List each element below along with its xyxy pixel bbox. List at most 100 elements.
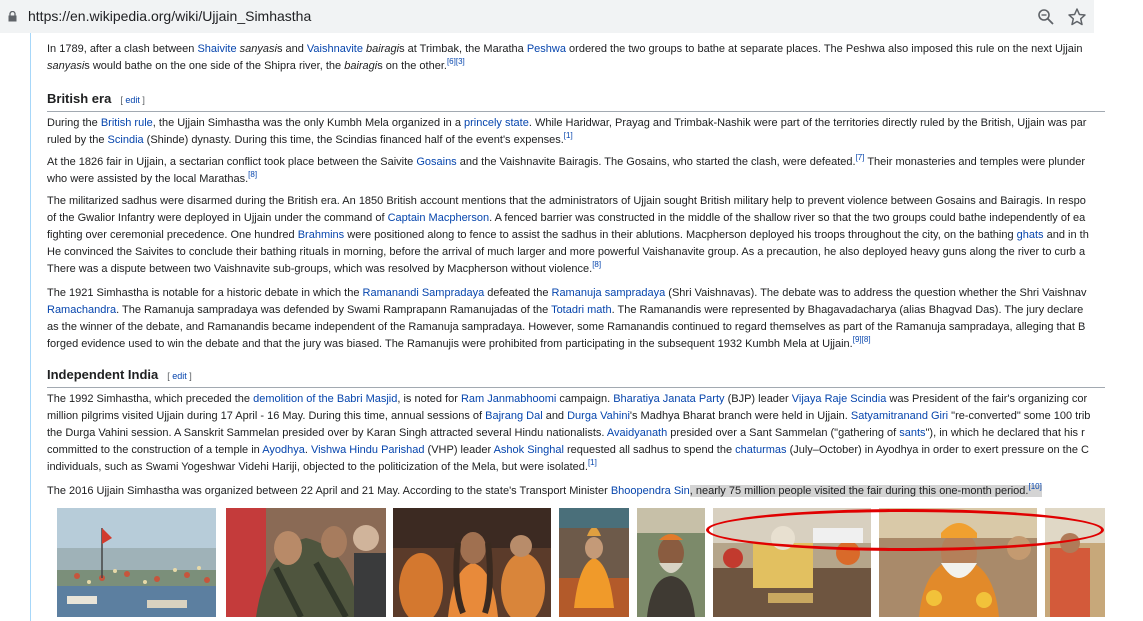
link-peshwa[interactable]: Peshwa [527, 43, 566, 55]
gallery-image-sadhu-hair[interactable] [393, 508, 551, 617]
gallery-image-sadhu-face[interactable] [637, 508, 705, 617]
link-vhp[interactable]: Vishwa Hindu Parishad [311, 444, 425, 456]
link-british-rule[interactable]: British rule [101, 117, 153, 129]
edit-section: [ edit ] [120, 95, 145, 105]
text: He convinced the Saivites to conclude th… [47, 246, 1086, 258]
paragraph-1992-simhastha: The 1992 Simhastha, which preceded the d… [47, 391, 1090, 476]
lock-icon[interactable] [8, 11, 17, 22]
gallery-image-river-crowd[interactable] [57, 508, 216, 617]
edit-link-british-era[interactable]: edit [125, 95, 140, 105]
gallery-image-sadhus-camouflage[interactable] [226, 508, 386, 617]
text: s and [276, 43, 307, 55]
link-ghats[interactable]: ghats [1017, 229, 1044, 241]
text: defeated the [484, 287, 552, 299]
heading-text: Independent India [47, 367, 159, 382]
citation-10[interactable]: [10] [1028, 482, 1041, 491]
link-ramanuja-sampradaya[interactable]: Ramanuja sampradaya [552, 287, 666, 299]
link-ramachandra[interactable]: Ramachandra [47, 304, 116, 316]
text: , is noted for [397, 393, 461, 405]
link-bjp[interactable]: Bharatiya Janata Party [613, 393, 724, 405]
text: (BJP) leader [724, 393, 792, 405]
link-ramanandi-sampradaya[interactable]: Ramanandi Sampradaya [363, 287, 485, 299]
paragraph-1789: In 1789, after a clash between Shaivite … [47, 41, 1082, 75]
text-italic: bairagi [366, 43, 400, 55]
link-ram-janmabhoomi[interactable]: Ram Janmabhoomi [461, 393, 556, 405]
text: . A fenced barrier was constructed in th… [489, 212, 1086, 224]
bracket: ] [139, 95, 145, 105]
text: There was a dispute between two Vaishnav… [47, 263, 593, 275]
text: The 1992 Simhastha, which preceded the [47, 393, 254, 405]
bracket: ] [186, 371, 192, 381]
browser-address-bar[interactable]: https://en.wikipedia.org/wiki/Ujjain_Sim… [0, 0, 1143, 33]
link-brahmins[interactable]: Brahmins [298, 229, 344, 241]
seated-sadhu-picture [559, 508, 629, 617]
text: the Durga Vahini session. A Sanskrit Sam… [47, 427, 607, 439]
text: (Shinde) dynasty. During this time, the … [143, 134, 564, 146]
heading-independent-india: Independent India [ edit ] [47, 366, 1105, 388]
citation-8[interactable]: [8] [862, 335, 871, 344]
procession-picture [713, 508, 871, 617]
link-vijaya-raje-scindia[interactable]: Vijaya Raje Scindia [792, 393, 887, 405]
url-text[interactable]: https://en.wikipedia.org/wiki/Ujjain_Sim… [28, 8, 311, 24]
link-bajrang-dal[interactable]: Bajrang Dal [485, 410, 542, 422]
sadhu-picture [393, 508, 551, 617]
link-durga-vahini[interactable]: Durga Vahini [567, 410, 630, 422]
edit-link-independent-india[interactable]: edit [172, 371, 187, 381]
zoom-icon[interactable] [1037, 8, 1055, 26]
paragraph-militarized-sadhus: The militarized sadhus were disarmed dur… [47, 193, 1089, 278]
link-captain-macpherson[interactable]: Captain Macpherson [388, 212, 490, 224]
sadhu-face-picture [637, 508, 705, 617]
link-sants[interactable]: sants [899, 427, 925, 439]
text: million pilgrims visited Ujjain during 1… [47, 410, 486, 422]
gallery-image-partial[interactable] [1045, 508, 1105, 617]
link-ayodhya[interactable]: Ayodhya [262, 444, 305, 456]
text: "), in which he declared that his r [925, 427, 1085, 439]
text: presided over a Sant Sammelan ("gatherin… [667, 427, 900, 439]
link-shaivite[interactable]: Shaivite [197, 43, 236, 55]
link-satyamitranand-giri[interactable]: Satyamitranand Giri [851, 410, 948, 422]
garland-sadhu-picture [879, 508, 1037, 617]
link-gosains[interactable]: Gosains [416, 156, 456, 168]
text: as the winner of the debate, and Ramanan… [47, 321, 1086, 333]
citation-1[interactable]: [1] [588, 458, 597, 467]
text: ordered the two groups to bathe at separ… [565, 43, 1083, 55]
citation-8[interactable]: [8] [248, 170, 257, 179]
text: , nearly 75 million people visited the f… [689, 485, 1029, 497]
link-vaishnavite[interactable]: Vaishnavite [307, 43, 363, 55]
text: who were assisted by the local Marathas. [47, 173, 249, 185]
text: The militarized sadhus were disarmed dur… [47, 195, 1086, 207]
link-ashok-singhal[interactable]: Ashok Singhal [494, 444, 564, 456]
link-scindia[interactable]: Scindia [108, 134, 144, 146]
text: forged evidence used to win the debate a… [47, 338, 853, 350]
text: (July–October) in Ayodhya in order to ex… [786, 444, 1089, 456]
gallery-image-seated-sadhu[interactable] [559, 508, 629, 617]
citation-1[interactable]: [1] [564, 131, 573, 140]
text: and in th [1043, 229, 1089, 241]
gallery-image-sadhu-garlands[interactable] [879, 508, 1037, 617]
citation-9[interactable]: [9] [853, 335, 862, 344]
text-italic: sanyasi [239, 43, 277, 55]
link-babri-masjid[interactable]: demolition of the Babri Masjid [253, 393, 397, 405]
gallery-image-procession[interactable] [713, 508, 871, 617]
image-gallery [47, 508, 1105, 621]
paragraph-1826-fair: At the 1826 fair in Ujjain, a sectarian … [47, 154, 1085, 188]
text: The 2016 Ujjain Simhastha was organized … [47, 485, 611, 497]
citation-8[interactable]: [8] [592, 260, 601, 269]
link-totadri-math[interactable]: Totadri math [551, 304, 612, 316]
article-content: In 1789, after a clash between Shaivite … [47, 33, 1105, 621]
link-bhoopendra-singh[interactable]: Bhoopendra Sin [611, 485, 690, 497]
text: of the Gwalior Infantry were deployed in… [47, 212, 388, 224]
text: , the Ujjain Simhastha was the only Kumb… [152, 117, 465, 129]
article-page: In 1789, after a clash between Shaivite … [0, 33, 1143, 621]
text: committed to the construction of a templ… [47, 444, 263, 456]
paragraph-2016-simhastha: The 2016 Ujjain Simhastha was organized … [47, 483, 1042, 500]
citation-3[interactable]: [3] [456, 57, 465, 66]
citation-6[interactable]: [6] [447, 57, 456, 66]
link-chaturmas[interactable]: chaturmas [735, 444, 786, 456]
link-avaidyanath[interactable]: Avaidyanath [607, 427, 667, 439]
link-princely-state[interactable]: princely state [464, 117, 529, 129]
star-icon[interactable] [1067, 7, 1087, 27]
text: . The Ramanandis were represented by Bha… [611, 304, 1084, 316]
river-crowd-picture [57, 508, 216, 617]
text-italic: bairagi [344, 60, 378, 72]
